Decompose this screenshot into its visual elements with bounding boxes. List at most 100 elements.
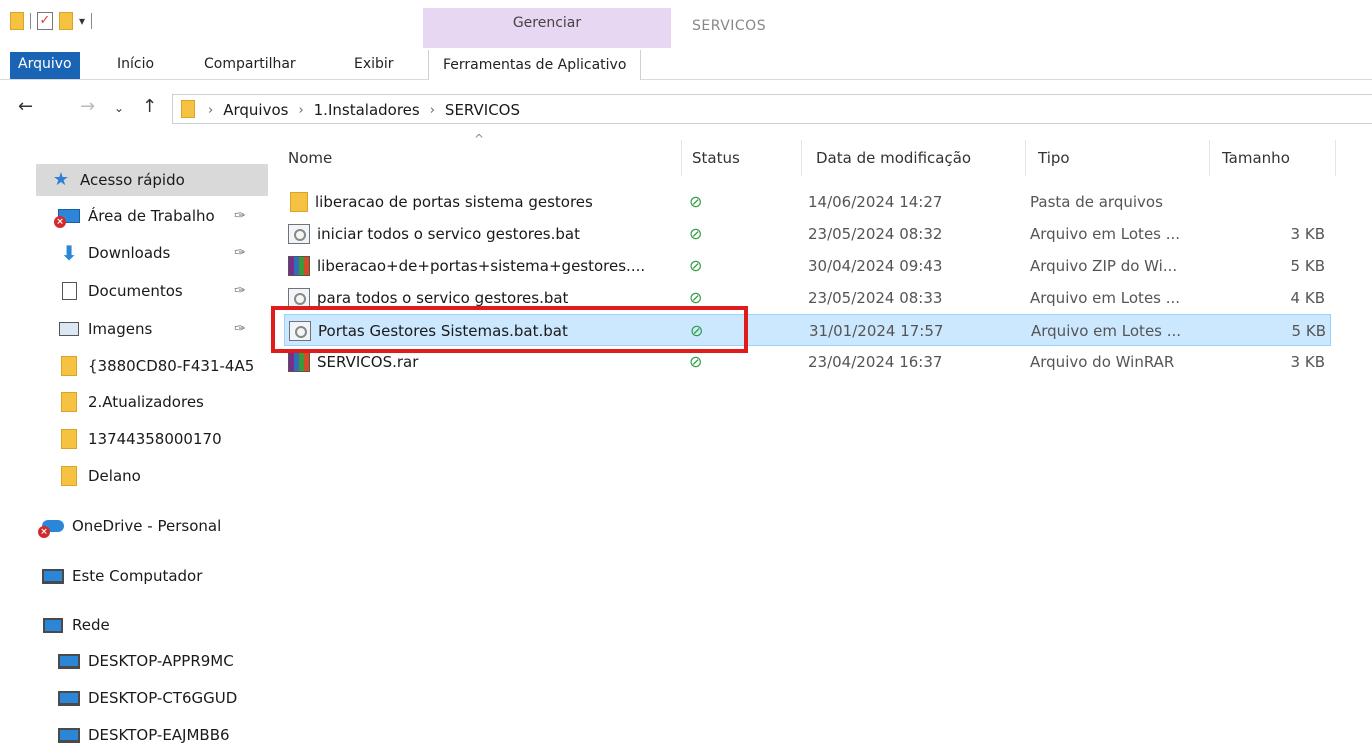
nav-label: 13744358000170	[88, 430, 222, 448]
winrar-icon	[288, 256, 310, 276]
nav-item-network[interactable]: Rede	[42, 609, 268, 641]
file-date: 31/01/2024 17:57	[809, 322, 944, 340]
file-size	[1220, 186, 1325, 218]
file-type: Arquivo do WinRAR	[1030, 353, 1175, 371]
chevron-right-icon: ›	[208, 102, 214, 118]
file-name: Portas Gestores Sistemas.bat.bat	[318, 322, 568, 340]
file-date: 23/04/2024 16:37	[808, 353, 943, 371]
nav-item-delano[interactable]: Delano	[58, 460, 268, 492]
folder-icon	[58, 392, 80, 412]
file-row[interactable]: para todos o servico gestores.bat ⊘ 23/0…	[284, 282, 1331, 314]
file-size: 4 KB	[1290, 289, 1325, 307]
nav-label: Documentos	[88, 282, 183, 300]
nav-item-13744358000170[interactable]: 13744358000170	[58, 423, 268, 455]
properties-icon[interactable]: ✓	[37, 12, 53, 30]
tab-exibir[interactable]: Exibir	[354, 52, 394, 79]
error-icon: ×	[54, 216, 66, 228]
customize-toolbar-icon[interactable]: ▾	[79, 14, 85, 28]
desktop-icon: ×	[54, 206, 80, 228]
tab-arquivo[interactable]: Arquivo	[10, 52, 80, 79]
winrar-icon	[288, 352, 310, 372]
tab-inicio[interactable]: Início	[117, 52, 154, 79]
recent-locations-icon[interactable]: ⌄	[114, 101, 124, 115]
breadcrumb-instaladores[interactable]: 1.Instaladores	[314, 101, 420, 119]
file-size: 5 KB	[1291, 322, 1326, 340]
nav-quick-access[interactable]: ★ Acesso rápido	[36, 164, 268, 196]
pictures-icon	[58, 319, 80, 339]
file-name: liberacao+de+portas+sistema+gestores....	[317, 257, 646, 275]
sync-ok-icon: ⊘	[689, 224, 703, 243]
pin-icon[interactable]: ✑	[234, 321, 246, 337]
nav-item-onedrive[interactable]: × OneDrive - Personal	[38, 510, 268, 542]
nav-label: DESKTOP-EAJMBB6	[88, 726, 230, 744]
file-type: Arquivo em Lotes ...	[1031, 322, 1182, 340]
folder-icon	[181, 100, 195, 118]
batch-file-icon	[288, 224, 310, 244]
file-name-cell: iniciar todos o servico gestores.bat	[288, 218, 683, 250]
nav-item-pictures[interactable]: Imagens ✑	[58, 313, 268, 345]
file-name-cell: para todos o servico gestores.bat	[288, 282, 683, 314]
folder-icon	[290, 192, 308, 212]
address-bar[interactable]: › Arquivos › 1.Instaladores › SERVICOS	[172, 94, 1372, 124]
documents-icon	[58, 281, 80, 301]
pin-icon[interactable]: ✑	[234, 245, 246, 261]
folder-icon	[58, 429, 80, 449]
nav-label: DESKTOP-CT6GGUD	[88, 689, 238, 707]
sync-ok-icon: ⊘	[690, 321, 704, 340]
address-row: ← → ⌄ ↑ › Arquivos › 1.Instaladores › SE…	[0, 92, 1372, 126]
title-bar: ✓ ▾ Gerenciar SERVICOS	[0, 0, 1372, 48]
nav-item-network-computer[interactable]: DESKTOP-EAJMBB6	[58, 719, 268, 744]
file-type: Arquivo ZIP do Wi...	[1030, 257, 1178, 275]
file-date: 23/05/2024 08:33	[808, 289, 943, 307]
column-header-status[interactable]: Status	[682, 140, 802, 176]
tab-ferramentas-de-aplicativo[interactable]: Ferramentas de Aplicativo	[428, 50, 642, 80]
nav-item-atualizadores[interactable]: 2.Atualizadores	[58, 386, 268, 418]
file-name: para todos o servico gestores.bat	[317, 289, 569, 307]
chevron-right-icon[interactable]: ›	[430, 103, 435, 118]
file-row[interactable]: SERVICOS.rar ⊘ 23/04/2024 16:37 Arquivo …	[284, 346, 1331, 378]
nav-item-downloads[interactable]: ⬇ Downloads ✑	[58, 237, 268, 269]
breadcrumb-arquivos[interactable]: Arquivos	[223, 101, 288, 119]
file-type: Arquivo em Lotes ...	[1030, 289, 1181, 307]
nav-item-network-computer[interactable]: DESKTOP-APPR9MC	[58, 645, 268, 677]
tab-compartilhar[interactable]: Compartilhar	[204, 52, 296, 79]
new-folder-icon[interactable]	[59, 12, 73, 30]
file-date: 30/04/2024 09:43	[808, 257, 943, 275]
pin-icon[interactable]: ✑	[234, 208, 246, 224]
folder-icon[interactable]	[10, 12, 24, 30]
sync-ok-icon: ⊘	[689, 192, 703, 211]
nav-item-guid-folder[interactable]: {3880CD80-F431-4A5	[58, 350, 258, 382]
file-size: 5 KB	[1290, 257, 1325, 275]
nav-item-this-pc[interactable]: Este Computador	[42, 560, 268, 592]
downloads-icon: ⬇	[60, 241, 78, 265]
nav-item-desktop[interactable]: × Área de Trabalho ✑	[54, 200, 268, 232]
column-header-date[interactable]: Data de modificação	[806, 140, 1026, 176]
pin-icon[interactable]: ✑	[234, 283, 246, 299]
computer-icon	[42, 566, 64, 586]
file-date: 14/06/2024 14:27	[808, 193, 943, 211]
column-header-name[interactable]: Nome	[278, 140, 682, 176]
computer-icon	[58, 725, 80, 744]
column-header-type[interactable]: Tipo	[1028, 140, 1210, 176]
forward-arrow-icon[interactable]: →	[80, 96, 95, 117]
batch-file-icon	[289, 321, 311, 341]
batch-file-icon	[288, 288, 310, 308]
nav-item-network-computer[interactable]: DESKTOP-CT6GGUD	[58, 682, 268, 714]
file-row[interactable]: iniciar todos o servico gestores.bat ⊘ 2…	[284, 218, 1331, 250]
chevron-right-icon[interactable]: ›	[298, 103, 303, 118]
back-arrow-icon[interactable]: ←	[18, 96, 33, 117]
file-row[interactable]: liberacao+de+portas+sistema+gestores....…	[284, 250, 1331, 282]
file-size: 3 KB	[1290, 225, 1325, 243]
quick-access-toolbar: ✓ ▾	[10, 12, 93, 30]
computer-icon	[58, 651, 80, 671]
file-row-selected[interactable]: Portas Gestores Sistemas.bat.bat ⊘ 31/01…	[284, 314, 1331, 346]
breadcrumb-servicos[interactable]: SERVICOS	[445, 101, 520, 119]
file-type: Arquivo em Lotes ...	[1030, 225, 1181, 243]
file-row[interactable]: liberacao de portas sistema gestores ⊘ 1…	[284, 186, 1331, 218]
column-header-size[interactable]: Tamanho	[1212, 140, 1336, 176]
window-title: SERVICOS	[692, 18, 767, 34]
nav-item-documents[interactable]: Documentos ✑	[58, 275, 268, 307]
ribbon-tabs: Arquivo Início Compartilhar Exibir Ferra…	[0, 48, 1372, 80]
up-arrow-icon[interactable]: ↑	[142, 96, 157, 117]
file-date: 23/05/2024 08:32	[808, 225, 943, 243]
